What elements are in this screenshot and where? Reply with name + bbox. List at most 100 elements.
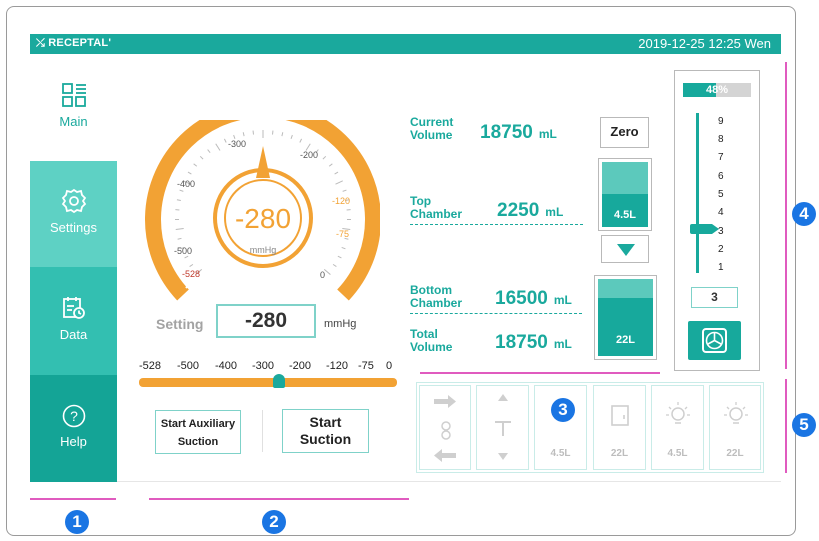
- setting-label: Setting: [156, 316, 204, 332]
- callout-badge: 2: [262, 510, 286, 534]
- gauge-tick-label: -75: [336, 229, 349, 239]
- gauge-tick: [184, 255, 189, 259]
- bottom-chamber-label: Bottom Chamber: [410, 283, 463, 310]
- gauge-tick: [299, 138, 303, 143]
- question-icon: ?: [62, 404, 85, 428]
- gauge-tick: [334, 171, 339, 175]
- top-bar: ⤯ RECEPTAL' 2019-12-25 12:25 Wen: [30, 34, 781, 54]
- arrow-down-icon: [617, 244, 635, 256]
- top-chamber-label: Top Chamber: [410, 194, 463, 221]
- annotation-line: [420, 372, 660, 374]
- gauge-tick: [342, 189, 347, 192]
- gauge-value: -280: [235, 203, 291, 234]
- bottom-chamber-value: 16500 mL: [495, 288, 572, 309]
- scale-tick: -300: [252, 360, 275, 372]
- zero-button[interactable]: Zero: [600, 117, 649, 148]
- fan-icon: [702, 328, 727, 353]
- sidebar-item-settings[interactable]: Settings: [30, 161, 117, 267]
- button-caption: 22L: [610, 448, 629, 459]
- gauge-tick: [337, 255, 342, 259]
- pressure-gauge: -280 mmHg -528 -500 -400 -300 -200 -120 …: [145, 120, 380, 301]
- transfer-button[interactable]: [419, 385, 471, 470]
- scale-tick: -120: [326, 360, 349, 372]
- level-number: 8: [718, 134, 724, 145]
- level-number: 7: [718, 152, 724, 163]
- scale-tick: -400: [215, 360, 238, 372]
- level-percent-bar: 48%: [683, 83, 751, 97]
- start-suction-button[interactable]: Start Suction: [282, 409, 369, 453]
- valve-icon: [495, 394, 511, 460]
- level-slider-thumb[interactable]: [690, 224, 719, 234]
- bottom-chamber-select-button[interactable]: 22L: [593, 385, 646, 470]
- scale-tick: -528: [139, 360, 162, 372]
- fan-button[interactable]: [688, 321, 741, 360]
- level-value-box: 3: [691, 287, 738, 308]
- level-number: 6: [718, 171, 724, 182]
- setting-row: Setting -280 mmHg: [156, 304, 396, 342]
- gauge-tick: [322, 155, 327, 160]
- sidebar-item-main[interactable]: Main: [30, 54, 117, 161]
- chamber-empty: [602, 162, 648, 194]
- top-chamber-indicator[interactable]: 4.5L: [598, 158, 652, 231]
- bottom-chamber-indicator[interactable]: 22L: [594, 275, 657, 360]
- divider: [262, 410, 263, 452]
- sidebar-item-label: Main: [59, 114, 88, 129]
- gauge-tick: [335, 180, 343, 185]
- scale-tick: -500: [177, 360, 200, 372]
- gauge-tick: [223, 138, 227, 143]
- start-auxiliary-suction-button[interactable]: Start Auxiliary Suction: [155, 410, 241, 454]
- gear-icon: [61, 188, 86, 214]
- current-volume-value: 18750 mL: [480, 122, 557, 143]
- svg-text:?: ?: [70, 408, 78, 424]
- level-number: 9: [718, 116, 724, 127]
- total-volume-value: 18750 mL: [495, 332, 572, 353]
- pressure-slider-thumb[interactable]: [273, 374, 285, 388]
- transfer-down-button[interactable]: [601, 235, 649, 263]
- gauge-tick: [199, 155, 204, 160]
- chamber-fill: [598, 298, 653, 356]
- gauge-tick-label: -120: [332, 196, 350, 206]
- valve-button[interactable]: [476, 385, 529, 470]
- gauge-tick: [175, 227, 184, 230]
- chamber-empty: [598, 279, 653, 298]
- pressure-slider-track[interactable]: [139, 378, 397, 387]
- gauge-tick-label: -500: [174, 246, 192, 256]
- dashboard-icon: [61, 83, 86, 107]
- button-label: Suction: [299, 431, 352, 447]
- current-volume-label: Current Volume: [410, 115, 454, 142]
- sidebar-item-data[interactable]: Data: [30, 267, 117, 375]
- button-caption: 4.5L: [667, 448, 688, 459]
- transfer-arrows-icon: [434, 395, 456, 462]
- scale-tick: 0: [386, 360, 393, 372]
- gauge-tick: [187, 171, 192, 175]
- dashed-separator: [410, 224, 583, 225]
- gauge-tick: [341, 246, 346, 250]
- chamber-capacity: 4.5L: [613, 209, 636, 221]
- gauge-tick: [215, 143, 221, 151]
- scale-tick: -200: [289, 360, 312, 372]
- date-time: 2019-12-25 12:25 Wen: [638, 36, 771, 51]
- chamber-capacity: 22L: [616, 334, 635, 346]
- dashed-separator: [410, 313, 582, 314]
- gauge-unit: mmHg: [250, 245, 277, 255]
- setting-input[interactable]: -280: [216, 304, 316, 338]
- button-label: Start: [309, 414, 342, 430]
- setting-unit: mmHg: [324, 318, 357, 330]
- brand-logo: ⤯ RECEPTAL': [36, 37, 112, 49]
- light-large-button[interactable]: 22L: [709, 385, 761, 470]
- callout-badge: 3: [551, 398, 575, 422]
- gauge-tick-label: -400: [177, 179, 195, 189]
- level-track[interactable]: [696, 113, 699, 273]
- gauge-tick: [189, 263, 194, 267]
- gauge-tick: [290, 134, 293, 139]
- annotation-line: [785, 62, 787, 369]
- callout-badge: 1: [65, 510, 89, 534]
- sidebar-item-help[interactable]: ? Help: [30, 375, 117, 482]
- gauge-tick: [176, 199, 181, 202]
- annotation-line: [785, 379, 787, 473]
- light-small-button[interactable]: 4.5L: [651, 385, 704, 470]
- level-percent-text: 48%: [705, 84, 729, 96]
- calendar-clock-icon: [62, 297, 85, 319]
- gauge-tick: [179, 189, 184, 192]
- gauge-tick-label: 0: [320, 270, 325, 280]
